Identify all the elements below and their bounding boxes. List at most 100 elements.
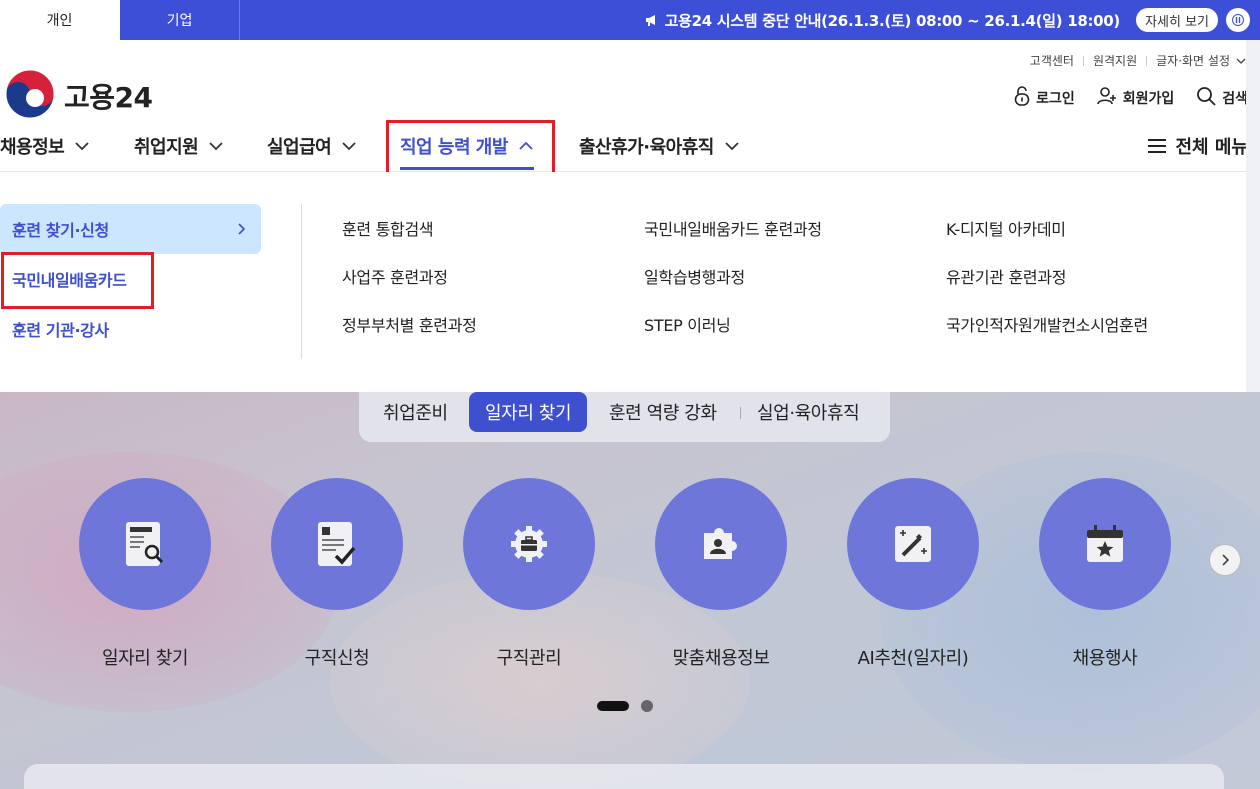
logo-text: 고용24	[64, 81, 153, 114]
link-government-training[interactable]: 정부부처별 훈련과정	[342, 300, 477, 348]
document-search-icon	[126, 522, 164, 566]
carousel-pagination	[597, 700, 653, 712]
chevron-right-icon	[238, 223, 245, 235]
segment-training[interactable]: 훈련 역량 강화	[609, 392, 717, 432]
service-label: 구직관리	[496, 648, 562, 669]
service-label: 맞춤채용정보	[672, 648, 770, 669]
top-bar: 개인 기업 고용24 시스템 중단 안내(26.1.3.(토) 08:00 ~ …	[0, 0, 1260, 40]
site-logo[interactable]: 고용24	[4, 68, 153, 124]
service-label: AI추천(일자리)	[857, 648, 969, 669]
nav-label: 채용정보	[0, 137, 65, 158]
page-edge	[1246, 40, 1260, 392]
link-related-agency-courses[interactable]: 유관기관 훈련과정	[946, 252, 1148, 300]
chevron-down-icon	[342, 142, 356, 151]
login-label: 로그인	[1036, 91, 1075, 107]
service-job-search[interactable]: 일자리 찾기	[79, 478, 211, 670]
document-check-icon	[318, 522, 356, 566]
pause-button[interactable]	[1226, 8, 1250, 32]
service-label: 일자리 찾기	[101, 648, 189, 669]
dropdown-column-3: K-디지털 아카데미 유관기관 훈련과정 국가인적자원개발컨소시엄훈련	[946, 204, 1148, 348]
service-job-application[interactable]: 구직신청	[271, 478, 403, 670]
nav-label: 출산휴가·육아휴직	[579, 137, 714, 158]
join-button[interactable]: 회원가입	[1096, 86, 1175, 110]
nav-recruitment-info[interactable]: 채용정보	[0, 120, 90, 172]
dropdown-column-1: 훈련 통합검색 사업주 훈련과정 정부부처별 훈련과정	[342, 204, 477, 348]
gear-briefcase-icon	[511, 526, 547, 562]
side-item-training-institution[interactable]: 훈련 기관·강사	[0, 304, 262, 354]
user-plus-icon	[1096, 86, 1123, 110]
link-employer-training[interactable]: 사업주 훈련과정	[342, 252, 477, 300]
training-dropdown-panel: 훈련 찾기·신청 국민내일배움카드 훈련 기관·강사 훈련 통합검색 사업주 훈…	[0, 172, 1260, 392]
tab-business[interactable]: 기업	[120, 0, 240, 40]
lock-icon	[1014, 86, 1036, 110]
chevron-down-icon	[209, 142, 223, 151]
service-circle	[271, 478, 403, 610]
service-circle	[655, 478, 787, 610]
side-item-label: 훈련 기관·강사	[12, 321, 109, 340]
side-item-label: 훈련 찾기·신청	[12, 221, 109, 240]
hamburger-icon	[1148, 139, 1167, 153]
system-notice[interactable]: 고용24 시스템 중단 안내(26.1.3.(토) 08:00 ~ 26.1.4…	[645, 0, 1120, 40]
divider	[740, 407, 741, 419]
notice-text: 고용24 시스템 중단 안내(26.1.3.(토) 08:00 ~ 26.1.4…	[664, 11, 1121, 30]
display-settings-link[interactable]: 글자·화면 설정	[1156, 52, 1230, 69]
chevron-right-icon	[1222, 554, 1229, 566]
link-training-integrated-search[interactable]: 훈련 통합검색	[342, 204, 477, 252]
service-ai-recommendation[interactable]: AI추천(일자리)	[847, 478, 979, 670]
link-step-elearning[interactable]: STEP 이러닝	[644, 300, 822, 348]
search-icon	[1196, 86, 1222, 110]
divider	[1146, 55, 1148, 66]
content-card	[24, 764, 1224, 789]
pagination-dot[interactable]	[641, 700, 653, 712]
search-button[interactable]: 검색	[1196, 86, 1248, 110]
segment-job-search[interactable]: 일자리 찾기	[469, 392, 588, 432]
service-label: 채용행사	[1072, 648, 1138, 669]
nav-label: 실업급여	[267, 137, 332, 158]
join-label: 회원가입	[1122, 91, 1175, 107]
service-recruitment-events[interactable]: 채용행사	[1039, 478, 1171, 670]
login-button[interactable]: 로그인	[1014, 86, 1075, 110]
service-circle	[79, 478, 211, 610]
side-item-training-search[interactable]: 훈련 찾기·신청	[0, 204, 261, 254]
dropdown-divider	[301, 204, 302, 359]
taegeuk-logo-icon	[4, 68, 56, 124]
nav-label: 취업지원	[134, 137, 199, 158]
chevron-down-icon	[725, 142, 739, 151]
service-circle	[847, 478, 979, 610]
link-consortium-training[interactable]: 국가인적자원개발컨소시엄훈련	[946, 300, 1148, 348]
magic-wand-icon	[895, 526, 931, 562]
megaphone-icon	[645, 13, 659, 27]
utility-links: 고객센터 원격지원 글자·화면 설정	[1030, 52, 1246, 69]
chevron-down-icon[interactable]	[1236, 58, 1246, 64]
all-menu-label: 전체 메뉴	[1175, 137, 1248, 158]
main-navigation: 채용정보 취업지원 실업급여 직업 능력 개발 출산휴가·육아휴직 전체 메뉴	[0, 120, 1260, 172]
customer-center-link[interactable]: 고객센터	[1030, 52, 1074, 69]
chevron-down-icon	[75, 142, 89, 151]
service-custom-job-info[interactable]: 맞춤채용정보	[655, 478, 787, 670]
calendar-star-icon	[1087, 525, 1123, 562]
detail-button[interactable]: 자세히 보기	[1136, 8, 1218, 32]
dropdown-column-2: 국민내일배움카드 훈련과정 일학습병행과정 STEP 이러닝	[644, 204, 822, 348]
carousel-next-button[interactable]	[1209, 544, 1241, 576]
link-learning-card-courses[interactable]: 국민내일배움카드 훈련과정	[644, 204, 822, 252]
nav-parental-leave[interactable]: 출산휴가·육아휴직	[579, 120, 740, 172]
divider	[1082, 55, 1084, 66]
service-job-management[interactable]: 구직관리	[463, 478, 595, 670]
pause-icon	[1232, 11, 1244, 30]
pagination-dot-active[interactable]	[597, 701, 629, 711]
puzzle-person-icon	[704, 528, 737, 559]
nav-unemployment-benefits[interactable]: 실업급여	[267, 120, 357, 172]
all-menu-button[interactable]: 전체 메뉴	[1147, 120, 1248, 172]
nav-employment-support[interactable]: 취업지원	[134, 120, 224, 172]
main-content-overlay: 취업준비 일자리 찾기 훈련 역량 강화 실업·육아휴직 일자리 찾기 구직신청…	[0, 392, 1260, 789]
service-circle	[1039, 478, 1171, 610]
segment-unemployment-leave[interactable]: 실업·육아휴직	[757, 392, 860, 432]
search-label: 검색	[1222, 91, 1248, 107]
segment-job-preparation[interactable]: 취업준비	[383, 392, 448, 432]
highlight-box	[1, 252, 154, 309]
remote-support-link[interactable]: 원격지원	[1093, 52, 1137, 69]
link-k-digital-academy[interactable]: K-디지털 아카데미	[946, 204, 1148, 252]
member-menu: 로그인 회원가입 검색	[992, 86, 1248, 110]
tab-personal[interactable]: 개인	[0, 0, 120, 40]
link-work-study-courses[interactable]: 일학습병행과정	[644, 252, 822, 300]
